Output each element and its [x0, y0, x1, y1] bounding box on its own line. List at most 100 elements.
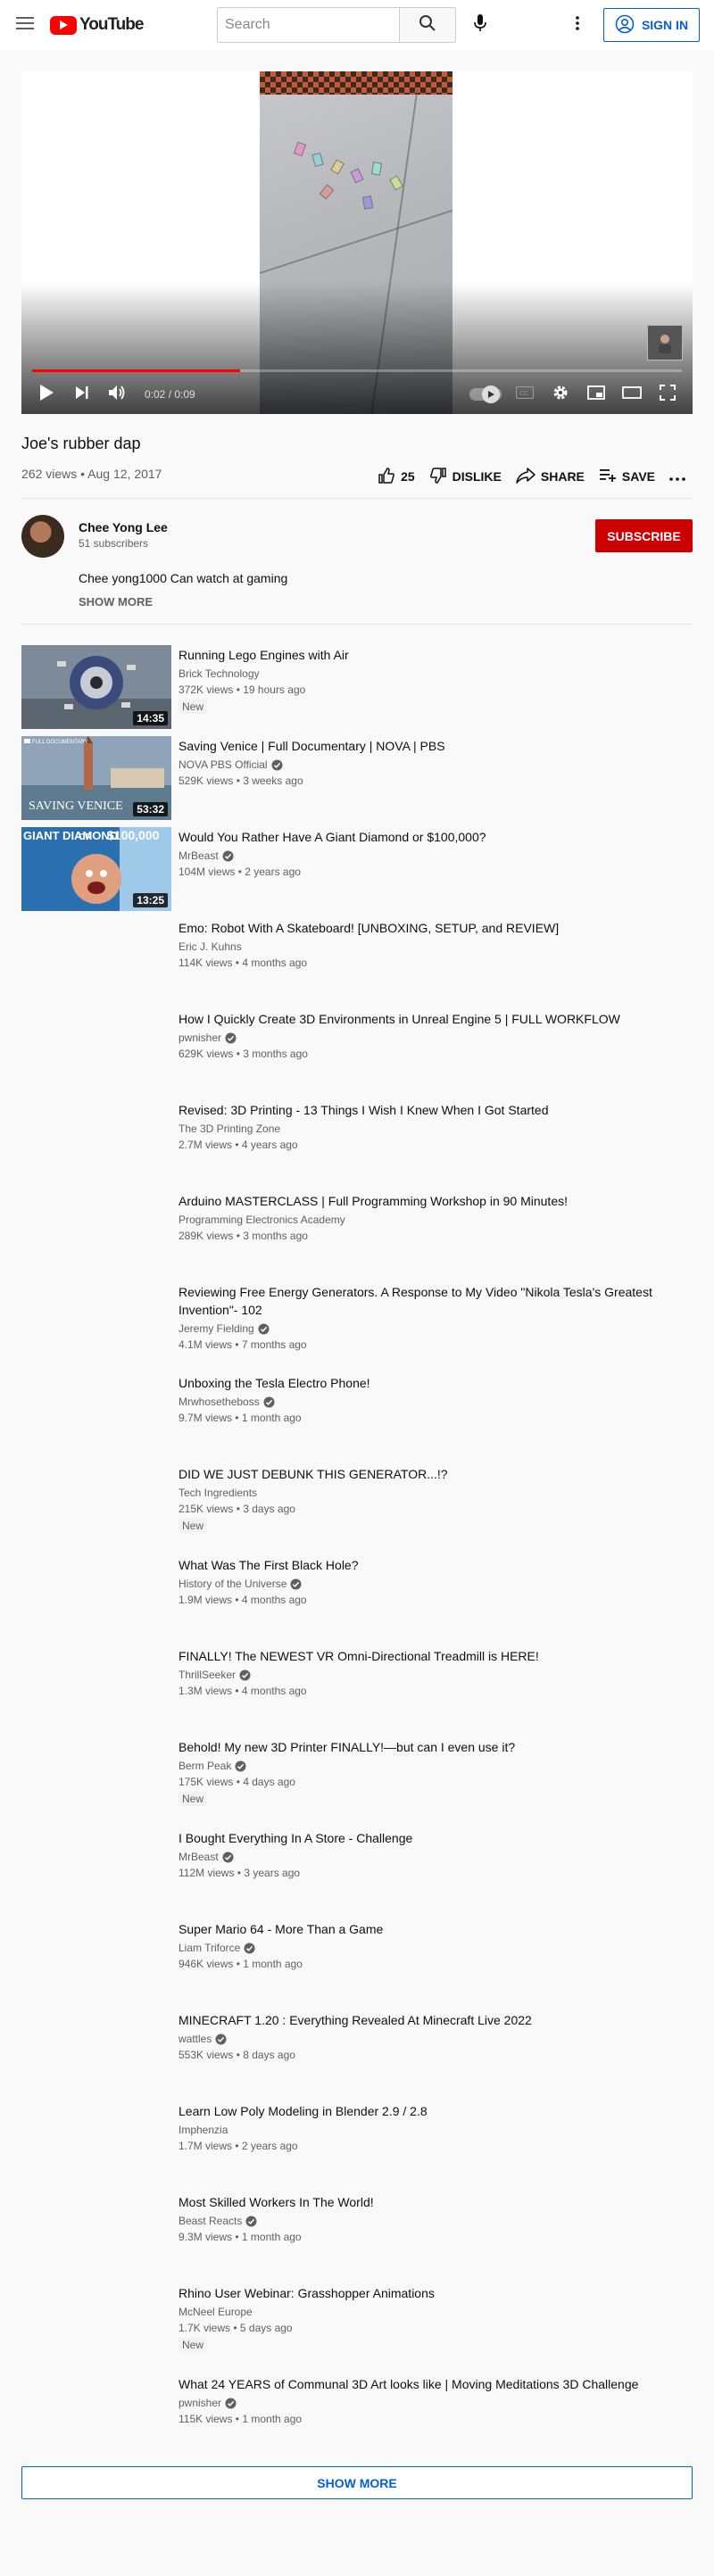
related-video-title[interactable]: Learn Low Poly Modeling in Blender 2.9 /…	[178, 2102, 693, 2120]
share-button[interactable]: SHARE	[509, 460, 592, 493]
related-video-title[interactable]: Saving Venice | Full Documentary | NOVA …	[178, 737, 693, 755]
search-input[interactable]	[217, 7, 399, 43]
related-video-channel: Mrwhosetheboss	[178, 1394, 693, 1410]
channel-watermark[interactable]	[647, 325, 683, 360]
video-thumbnail[interactable]	[21, 1191, 171, 1275]
related-video-item[interactable]: What Was The First Black Hole? History of…	[21, 1555, 693, 1639]
related-video-title[interactable]: What 24 YEARS of Communal 3D Art looks l…	[178, 2375, 693, 2393]
related-video-item[interactable]: FULL DOCUMENTARY SAVING VENICE 53:32 Saving…	[21, 736, 693, 820]
fullscreen-icon	[660, 384, 676, 405]
video-thumbnail[interactable]	[21, 1646, 171, 1730]
video-thumbnail[interactable]	[21, 2010, 171, 2094]
related-video-item[interactable]: Learn Low Poly Modeling in Blender 2.9 /…	[21, 2101, 693, 2185]
share-icon	[516, 467, 536, 486]
miniplayer-button[interactable]	[578, 377, 614, 412]
video-thumbnail[interactable]	[21, 1464, 171, 1548]
next-button[interactable]	[64, 377, 100, 412]
play-button[interactable]	[29, 377, 64, 412]
video-thumbnail[interactable]	[21, 918, 171, 1002]
related-video-item[interactable]: Emo: Robot With A Skateboard! [UNBOXING,…	[21, 918, 693, 1002]
settings-button[interactable]	[543, 377, 578, 412]
save-label: SAVE	[621, 469, 655, 484]
dislike-button[interactable]: DISLIKE	[422, 460, 509, 493]
fullscreen-button[interactable]	[650, 377, 685, 412]
related-video-item[interactable]: Rhino User Webinar: Grasshopper Animatio…	[21, 2283, 693, 2367]
guide-menu-button[interactable]	[7, 7, 43, 43]
video-thumbnail[interactable]	[21, 1919, 171, 2003]
voice-search-button[interactable]	[462, 7, 498, 43]
more-actions-button[interactable]	[662, 460, 693, 493]
related-video-title[interactable]: DID WE JUST DEBUNK THIS GENERATOR...!?	[178, 1465, 693, 1483]
channel-name[interactable]: Chee Yong Lee	[79, 520, 168, 534]
related-video-title[interactable]: Revised: 3D Printing - 13 Things I Wish …	[178, 1101, 693, 1119]
related-video-title[interactable]: Reviewing Free Energy Generators. A Resp…	[178, 1283, 693, 1319]
related-video-title[interactable]: How I Quickly Create 3D Environments in …	[178, 1010, 693, 1028]
related-video-item[interactable]: Most Skilled Workers In The World! Beast …	[21, 2192, 693, 2276]
related-video-title[interactable]: MINECRAFT 1.20 : Everything Revealed At …	[178, 2011, 693, 2029]
related-video-title[interactable]: Most Skilled Workers In The World!	[178, 2193, 693, 2211]
video-thumbnail[interactable]	[21, 2374, 171, 2458]
like-button[interactable]: 25	[370, 460, 422, 493]
related-video-item[interactable]: I Bought Everything In A Store - Challen…	[21, 1828, 693, 1912]
related-video-item[interactable]: What 24 YEARS of Communal 3D Art looks l…	[21, 2374, 693, 2458]
mute-button[interactable]	[100, 377, 136, 412]
video-title: Joe's rubber dap	[21, 435, 141, 452]
video-thumbnail[interactable]: FULL DOCUMENTARY SAVING VENICE 53:32	[21, 736, 171, 820]
thumb-text-right: $100,000	[107, 828, 160, 842]
related-video-item[interactable]: Unboxing the Tesla Electro Phone! Mrwhose…	[21, 1373, 693, 1457]
video-thumbnail[interactable]	[21, 2101, 171, 2185]
progress-bar[interactable]	[32, 369, 682, 372]
description-show-more[interactable]: SHOW MORE	[79, 595, 153, 609]
related-video-title[interactable]: Super Mario 64 - More Than a Game	[178, 1920, 693, 1938]
video-thumbnail[interactable]	[21, 1282, 171, 1366]
video-thumbnail[interactable]	[21, 1737, 171, 1821]
sign-in-button[interactable]: SIGN IN	[603, 8, 700, 42]
subscribe-button[interactable]: SUBSCRIBE	[595, 519, 693, 552]
video-player[interactable]: 0:02 / 0:09 CC	[21, 71, 693, 414]
related-video-title[interactable]: Emo: Robot With A Skateboard! [UNBOXING,…	[178, 919, 693, 937]
video-thumbnail[interactable]	[21, 2192, 171, 2276]
related-video-item[interactable]: How I Quickly Create 3D Environments in …	[21, 1009, 693, 1093]
video-thumbnail[interactable]: GIANT DIAMOND OR $100,000 13:25	[21, 827, 171, 911]
related-video-item[interactable]: MINECRAFT 1.20 : Everything Revealed At …	[21, 2010, 693, 2094]
related-video-item[interactable]: Super Mario 64 - More Than a Game Liam Tr…	[21, 1919, 693, 2003]
related-video-title[interactable]: Unboxing the Tesla Electro Phone!	[178, 1374, 693, 1392]
related-video-title[interactable]: Behold! My new 3D Printer FINALLY!—but c…	[178, 1738, 693, 1756]
theater-mode-button[interactable]	[614, 377, 650, 412]
related-video-details: Revised: 3D Printing - 13 Things I Wish …	[178, 1100, 693, 1153]
avatar[interactable]	[21, 515, 64, 558]
related-video-title[interactable]: FINALLY! The NEWEST VR Omni-Directional …	[178, 1647, 693, 1665]
autoplay-toggle[interactable]	[469, 385, 502, 403]
related-video-title[interactable]: Running Lego Engines with Air	[178, 646, 693, 664]
related-video-item[interactable]: DID WE JUST DEBUNK THIS GENERATOR...!? Te…	[21, 1464, 693, 1548]
related-video-title[interactable]: Would You Rather Have A Giant Diamond or…	[178, 828, 693, 846]
related-video-item[interactable]: Reviewing Free Energy Generators. A Resp…	[21, 1282, 693, 1366]
related-video-meta: 175K views • 4 days ago	[178, 1776, 295, 1788]
search-button[interactable]	[399, 7, 456, 43]
video-thumbnail[interactable]	[21, 1100, 171, 1184]
video-thumbnail[interactable]	[21, 2283, 171, 2367]
youtube-logo[interactable]: YouTube	[50, 15, 144, 35]
related-video-item[interactable]: Behold! My new 3D Printer FINALLY!—but c…	[21, 1737, 693, 1821]
video-thumbnail[interactable]	[21, 1373, 171, 1457]
related-video-item[interactable]: Arduino MASTERCLASS | Full Programming W…	[21, 1191, 693, 1275]
related-video-title[interactable]: I Bought Everything In A Store - Challen…	[178, 1829, 693, 1847]
related-video-title[interactable]: What Was The First Black Hole?	[178, 1556, 693, 1574]
related-video-item[interactable]: Revised: 3D Printing - 13 Things I Wish …	[21, 1100, 693, 1184]
related-video-item[interactable]: 14:35 Running Lego Engines with Air Brick …	[21, 645, 693, 729]
video-thumbnail[interactable]	[21, 1555, 171, 1639]
video-thumbnail[interactable]	[21, 1828, 171, 1912]
related-video-details: Reviewing Free Energy Generators. A Resp…	[178, 1282, 693, 1353]
settings-more-button[interactable]	[560, 7, 595, 43]
related-video-item[interactable]: FINALLY! The NEWEST VR Omni-Directional …	[21, 1646, 693, 1730]
video-thumbnail[interactable]: 14:35	[21, 645, 171, 729]
related-video-item[interactable]: GIANT DIAMOND OR $100,000 13:25 Would You Ra…	[21, 827, 693, 911]
save-button[interactable]: SAVE	[592, 460, 662, 493]
related-video-title[interactable]: Rhino User Webinar: Grasshopper Animatio…	[178, 2284, 693, 2302]
subtitles-button[interactable]: CC	[507, 377, 543, 412]
show-more-button[interactable]: SHOW MORE	[21, 2466, 693, 2499]
checkerboard-pattern	[260, 71, 452, 95]
video-thumbnail[interactable]	[21, 1009, 171, 1093]
related-video-title[interactable]: Arduino MASTERCLASS | Full Programming W…	[178, 1192, 693, 1210]
related-video-channel: pwnisher	[178, 1030, 693, 1046]
